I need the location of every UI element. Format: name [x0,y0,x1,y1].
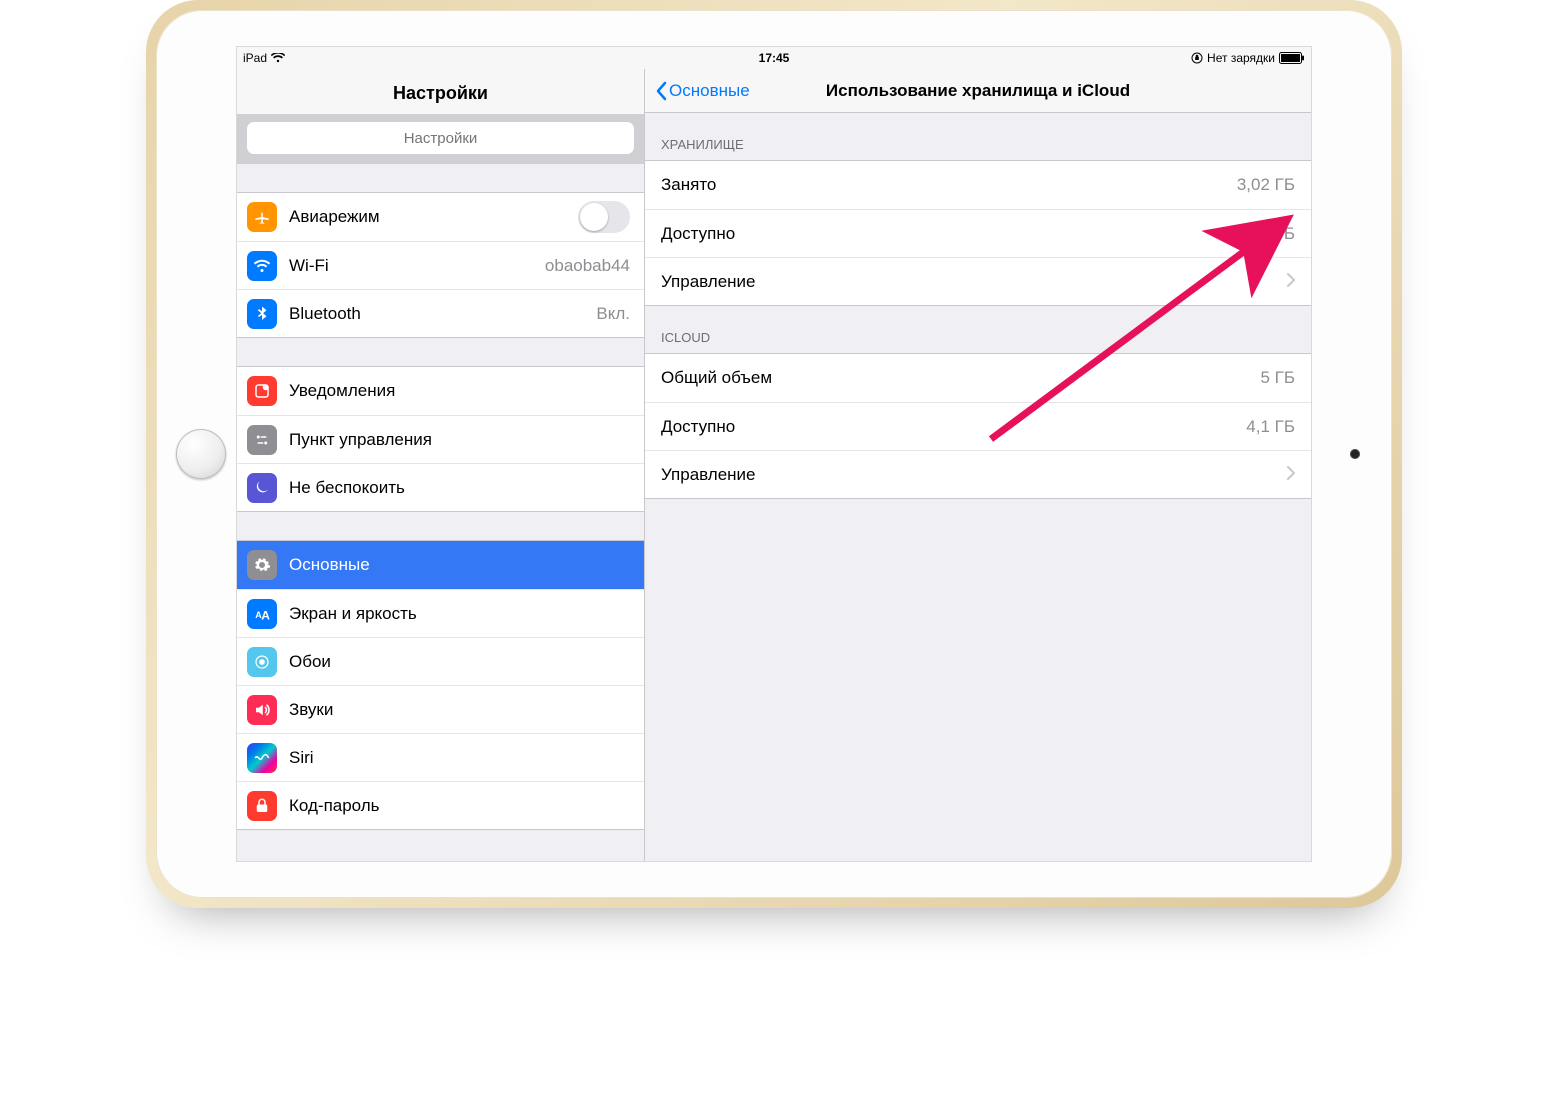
sidebar-item-siri[interactable]: Siri [237,733,644,781]
sidebar-item-general[interactable]: Основные [237,541,644,589]
row-label: Управление [661,465,756,485]
sidebar-item-label: Уведомления [289,381,395,401]
device-label: iPad [243,51,267,65]
chevron-right-icon [1287,465,1295,485]
row-label: Управление [661,272,756,292]
sidebar-item-label: Не беспокоить [289,478,405,498]
sidebar-item-bluetooth[interactable]: Bluetooth Вкл. [237,289,644,337]
sidebar-item-value: Вкл. [596,304,630,324]
detail-title: Использование хранилища и iCloud [826,81,1130,101]
sidebar-item-value: obaobab44 [545,256,630,276]
sidebar-item-label: Авиарежим [289,207,380,227]
charging-label: Нет зарядки [1207,51,1275,65]
sidebar-item-airplane[interactable]: Авиарежим [237,193,644,241]
sidebar-item-label: Siri [289,748,314,768]
clock: 17:45 [759,51,790,65]
info-row: Общий объем 5 ГБ [645,354,1311,402]
sidebar-title: Настройки [237,69,644,114]
sidebar-item-passcode[interactable]: Код-пароль [237,781,644,829]
row-label: Доступно [661,224,735,244]
orientation-lock-icon [1191,52,1203,64]
sidebar-item-display[interactable]: AAЭкран и яркость [237,589,644,637]
row-value: 4,1 ГБ [1246,417,1295,437]
back-button[interactable]: Основные [655,81,750,101]
row-value: 9,13 ГБ [1237,224,1295,244]
row-value: 3,02 ГБ [1237,175,1295,195]
sidebar-item-label: Пункт управления [289,430,432,450]
back-label: Основные [669,81,750,101]
info-row: Доступно 4,1 ГБ [645,402,1311,450]
manage-row[interactable]: Управление [645,257,1311,305]
chevron-right-icon [1287,272,1295,292]
wifi-icon [271,53,285,63]
sidebar-item-control-center[interactable]: Пункт управления [237,415,644,463]
info-row: Доступно 9,13 ГБ [645,209,1311,257]
row-value: 5 ГБ [1260,368,1295,388]
section-header: ICLOUD [645,306,1311,353]
sidebar-item-label: Экран и яркость [289,604,417,624]
chevron-left-icon [655,81,667,101]
info-row: Занято 3,02 ГБ [645,161,1311,209]
sidebar-item-label: Bluetooth [289,304,361,324]
status-bar: iPad 17:45 Нет зарядки [237,47,1311,69]
search-input[interactable] [247,122,634,154]
sidebar-item-wifi[interactable]: Wi-Fi obaobab44 [237,241,644,289]
home-button[interactable] [176,429,226,479]
sidebar-item-sounds[interactable]: Звуки [237,685,644,733]
switch-airplane[interactable] [578,201,630,233]
section-header: ХРАНИЛИЩЕ [645,113,1311,160]
sidebar-item-wallpaper[interactable]: Обои [237,637,644,685]
manage-row[interactable]: Управление [645,450,1311,498]
svg-text:A: A [261,608,270,622]
sidebar-item-label: Wi-Fi [289,256,329,276]
sidebar-item-label: Звуки [289,700,333,720]
sidebar-item-label: Основные [289,555,370,575]
sidebar-item-notifications[interactable]: Уведомления [237,367,644,415]
row-label: Занято [661,175,716,195]
battery-icon [1279,52,1305,64]
sidebar-item-dnd[interactable]: Не беспокоить [237,463,644,511]
sidebar-item-label: Обои [289,652,331,672]
sidebar-item-label: Код-пароль [289,796,380,816]
row-label: Общий объем [661,368,772,388]
row-label: Доступно [661,417,735,437]
front-camera [1350,449,1360,459]
